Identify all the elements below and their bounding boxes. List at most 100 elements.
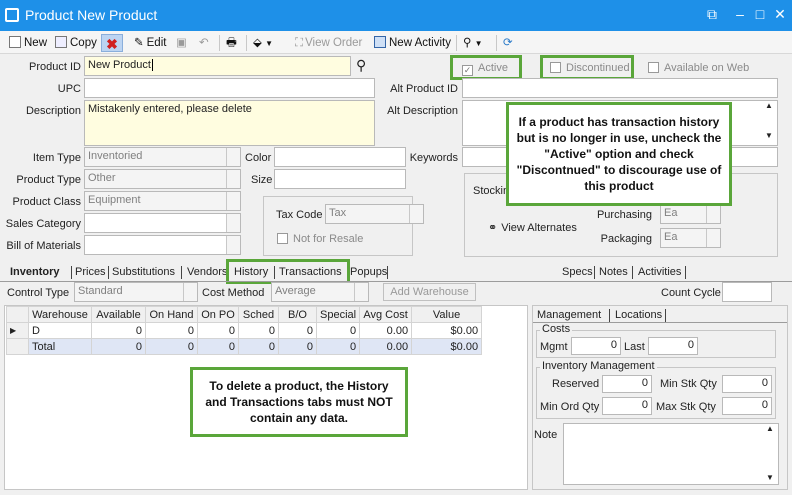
grid-cell[interactable]: 0 [238,322,279,339]
view-alternates-link[interactable]: ⚭ View Alternates [488,221,577,234]
column-header[interactable]: Avg Cost [359,306,413,323]
control-type-select[interactable]: Standard [74,282,198,302]
product-type-select[interactable]: Other [84,169,241,189]
grid-cell[interactable]: 0 [91,322,146,339]
scroll-down-icon[interactable]: ▼ [766,473,774,482]
tag-button[interactable]: ⬙ ▼ [253,34,273,52]
tab-popups[interactable]: Popups [350,264,387,280]
packaging-value: Ea [664,231,678,243]
tax-code-select[interactable]: Tax [325,204,424,224]
column-header[interactable]: Special [315,306,361,323]
column-header[interactable]: Sched [238,306,279,323]
column-header[interactable]: On PO [197,306,239,323]
min-ord-label: Min Ord Qty [540,401,600,413]
grid-cell[interactable]: D [28,322,92,339]
scroll-up-icon[interactable]: ▲ [766,424,774,433]
grid-cell[interactable]: 0 [315,322,361,339]
attachment-button[interactable]: ⚲ ▼ [463,34,483,52]
bom-select[interactable] [84,235,241,255]
tab-activities[interactable]: Activities [638,264,681,280]
maximize-icon[interactable]: □ [750,4,770,24]
grid-cell: 0 [238,338,279,355]
min-ord-field[interactable]: 0 [602,397,652,415]
column-header[interactable]: Value [411,306,483,323]
size-field[interactable] [274,169,406,189]
delete-button[interactable]: ✖ [101,34,123,52]
grid-cell[interactable]: 0 [197,322,239,339]
save-button[interactable]: ▣ [176,34,187,52]
tab-specs[interactable]: Specs [562,264,593,280]
tab-substitutions[interactable]: Substitutions [112,264,175,280]
reserved-field[interactable]: 0 [602,375,652,393]
item-type-select[interactable]: Inventoried [84,147,241,167]
view-order-icon: ⛶ [295,37,304,49]
chevron-down-icon: ▼ [474,39,483,48]
new-activity-label: New Activity [389,37,451,49]
add-warehouse-button[interactable]: Add Warehouse [383,283,476,301]
count-cycle-field[interactable] [722,282,772,302]
binoculars-icon: ⚭ [488,222,498,234]
new-button[interactable]: New [9,34,47,52]
tab-locations[interactable]: Locations [615,307,662,323]
available-on-web-checkbox[interactable]: Available on Web [648,62,749,74]
refresh-button[interactable]: ⟳ [503,34,513,52]
grid-cell: 0 [197,338,239,355]
grid-cell[interactable]: 0 [145,322,198,339]
copy-label: Copy [70,37,97,49]
mgmt-cost-field[interactable]: 0 [571,337,621,355]
alt-product-id-field[interactable] [462,78,778,98]
new-activity-button[interactable]: New Activity [374,34,451,52]
last-cost-field[interactable]: 0 [648,337,698,355]
scroll-up-icon[interactable]: ▲ [765,101,773,110]
tab-inventory[interactable]: Inventory [10,264,60,280]
grid-cell[interactable]: 0.00 [359,322,413,339]
view-order-button[interactable]: ⛶ View Order [295,34,362,52]
not-for-resale-checkbox[interactable]: Not for Resale [277,233,363,245]
packaging-select[interactable]: Ea [660,228,721,248]
cost-method-label: Cost Method [202,287,265,299]
tab-notes[interactable]: Notes [599,264,628,280]
tab-vendors[interactable]: Vendors [187,264,227,280]
product-id-field[interactable]: New Product [84,56,351,76]
min-stk-field[interactable]: 0 [722,375,772,393]
grid-cell[interactable]: $0.00 [411,322,483,339]
search-icon[interactable]: ⚲ [356,57,366,74]
printer-icon: 🖶 [226,37,237,49]
size-label: Size [251,174,273,186]
control-type-value: Standard [78,285,123,297]
purchasing-select[interactable]: Ea [660,204,721,224]
print-button[interactable]: 🖶 [226,34,237,52]
restore-icon[interactable]: ⧉ [702,4,722,24]
minimize-icon[interactable]: – [730,4,750,24]
close-icon[interactable]: ✕ [770,4,790,24]
note-field[interactable] [563,423,779,485]
count-cycle-label: Count Cycle [661,287,721,299]
stocking-label: Stockin [473,185,510,197]
column-header[interactable]: On Hand [145,306,198,323]
cost-method-select[interactable]: Average [271,282,369,302]
column-header[interactable]: Warehouse [28,306,92,323]
upc-label: UPC [57,83,81,95]
description-field[interactable]: Mistakenly entered, please delete [84,100,375,146]
tab-management[interactable]: Management [537,307,601,323]
undo-button[interactable]: ↶ [199,34,209,52]
table-row[interactable]: ▶ D 0 0 0 0 0 0 0.00 $0.00 [6,322,483,339]
edit-button[interactable]: ✎ Edit [134,34,166,52]
copy-button[interactable]: Copy [55,34,97,52]
sales-category-select[interactable] [84,213,241,233]
tab-divider [685,266,686,279]
copy-icon [55,36,67,48]
tab-divider [181,266,182,279]
tab-prices[interactable]: Prices [75,264,106,280]
tab-divider [594,266,595,279]
upc-field[interactable] [84,78,375,98]
scroll-down-icon[interactable]: ▼ [765,131,773,140]
column-header[interactable]: B/O [278,306,317,323]
grid-cell[interactable]: 0 [278,322,317,339]
product-class-select[interactable]: Equipment [84,191,241,211]
column-header[interactable]: Available [91,306,146,323]
toolbar-separator [246,35,247,51]
grid-cell: 0 [315,338,361,355]
item-type-value: Inventoried [88,150,143,162]
max-stk-field[interactable]: 0 [722,397,772,415]
